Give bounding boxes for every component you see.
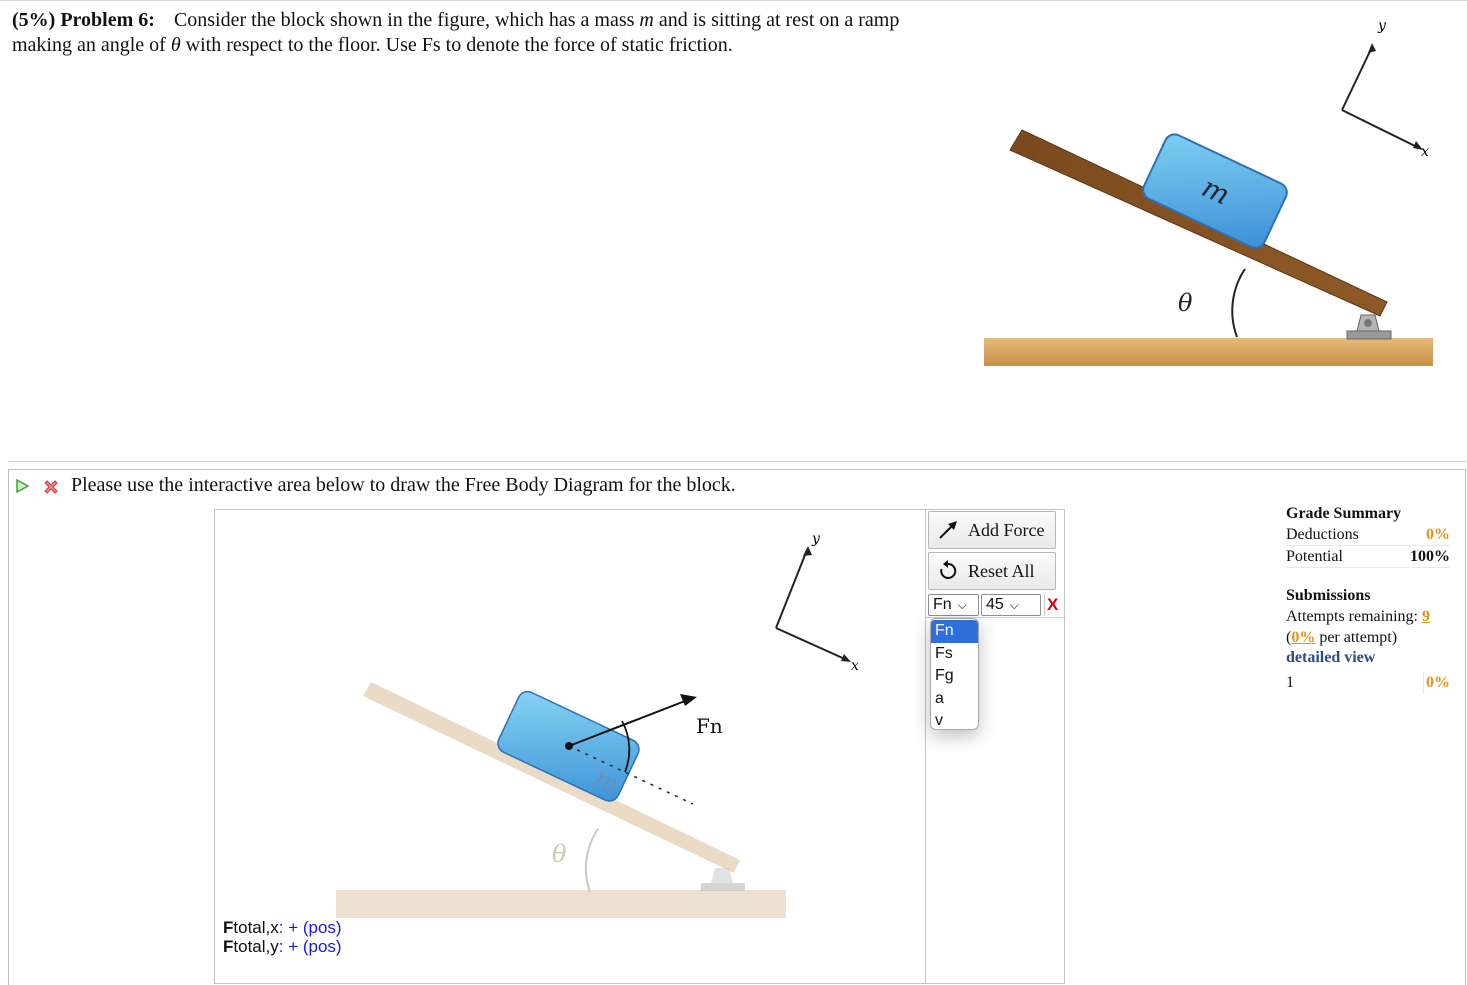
deductions-row: Deductions 0% bbox=[1286, 524, 1450, 546]
force-row: Fn ⌵ 45 ⌵ X bbox=[928, 593, 1058, 617]
total-x-symbol: F bbox=[223, 918, 234, 937]
attempts-remaining: Attempts remaining: 9 (0% per attempt) bbox=[1286, 606, 1450, 648]
svg-text:x: x bbox=[851, 658, 859, 674]
force-arrowhead bbox=[680, 694, 697, 706]
submissions-title: Submissions bbox=[1286, 587, 1371, 604]
axes-icon: y x bbox=[1341, 18, 1429, 160]
option-fn[interactable]: Fn bbox=[931, 620, 978, 643]
force-angle-value: 45 bbox=[986, 596, 1004, 613]
problem-statement: (5%) Problem 6: Consider the block shown… bbox=[12, 8, 952, 58]
problem-text-3: with respect to the floor. Use Fs to den… bbox=[185, 34, 733, 56]
per-attempt-text: per attempt) bbox=[1319, 629, 1398, 646]
total-y-row: Ftotal,y: + (pos) bbox=[223, 937, 342, 956]
submission-history-row: 1 0% bbox=[1286, 672, 1450, 694]
svg-text:y: y bbox=[811, 531, 821, 547]
option-v[interactable]: v bbox=[931, 710, 978, 729]
history-pct: 0% bbox=[1423, 672, 1450, 694]
fbd-axes-icon: y x bbox=[775, 531, 859, 674]
deductions-value: 0% bbox=[1426, 526, 1450, 543]
fbd-canvas[interactable]: θ m Fn y x Ftotal,x: + (pos) Ftotal,y: +… bbox=[214, 509, 1066, 984]
svg-text:x: x bbox=[1421, 144, 1429, 160]
potential-label: Potential bbox=[1286, 548, 1343, 565]
ramp-figure: m θ y x bbox=[984, 18, 1433, 366]
svg-text:y: y bbox=[1377, 18, 1387, 34]
fbd-drawing[interactable]: θ m Fn y x bbox=[215, 510, 925, 983]
part-instruction: Please use the interactive area below to… bbox=[71, 474, 736, 496]
tool-panel: Add Force Reset All Fn ⌵ 45 ⌵ X Fn Fs Fg a… bbox=[925, 510, 1066, 983]
attempts-label: Attempts remaining: bbox=[1286, 608, 1418, 625]
force-label: Fn bbox=[696, 714, 723, 738]
fbd-floor bbox=[336, 890, 786, 918]
total-x-value: : + (pos) bbox=[278, 918, 342, 937]
angle-symbol: θ bbox=[170, 34, 181, 56]
arrow-icon bbox=[939, 521, 957, 539]
total-x-subscript: total,x bbox=[233, 918, 279, 937]
potential-value: 100% bbox=[1410, 548, 1450, 565]
angle-label: θ bbox=[1178, 289, 1193, 317]
reset-icon bbox=[940, 560, 957, 579]
incorrect-x-icon bbox=[44, 480, 58, 494]
problem-heading: (5%) Problem 6: bbox=[12, 9, 155, 31]
force-type-value: Fn bbox=[933, 596, 952, 613]
history-index: 1 bbox=[1286, 674, 1294, 691]
option-a[interactable]: a bbox=[931, 688, 978, 711]
fbd-hinge bbox=[701, 868, 745, 891]
total-y-subscript: total,y bbox=[233, 937, 279, 956]
force-totals: Ftotal,x: + (pos) Ftotal,y: + (pos) bbox=[223, 918, 342, 956]
angle-arc bbox=[1231, 268, 1246, 338]
play-icon[interactable] bbox=[15, 479, 29, 493]
reset-all-button[interactable]: Reset All bbox=[928, 552, 1056, 590]
fbd-angle-arc bbox=[584, 828, 599, 893]
total-x-row: Ftotal,x: + (pos) bbox=[223, 918, 342, 937]
force-origin-dot bbox=[565, 742, 573, 750]
mass-symbol: m bbox=[639, 9, 654, 31]
attempts-value: 9 bbox=[1421, 608, 1430, 625]
grade-summary-title: Grade Summary bbox=[1286, 505, 1402, 522]
force-type-select[interactable]: Fn ⌵ bbox=[928, 594, 979, 616]
potential-row: Potential 100% bbox=[1286, 546, 1450, 568]
detailed-view-link[interactable]: detailed view bbox=[1286, 648, 1450, 668]
add-force-label: Add Force bbox=[968, 519, 1045, 540]
chevron-down-icon: ⌵ bbox=[1009, 597, 1019, 612]
problem-text-1: Consider the block shown in the figure, … bbox=[173, 9, 635, 31]
force-angle-select[interactable]: 45 ⌵ bbox=[981, 594, 1041, 616]
option-fg[interactable]: Fg bbox=[931, 665, 978, 688]
chevron-down-icon: ⌵ bbox=[957, 597, 967, 612]
force-type-dropdown[interactable]: Fn Fs Fg a v bbox=[930, 618, 979, 730]
total-y-value: : + (pos) bbox=[278, 937, 342, 956]
per-attempt-pct: 0% bbox=[1291, 629, 1316, 646]
delete-force-button[interactable]: X bbox=[1044, 594, 1058, 616]
top-rule bbox=[0, 0, 1467, 1]
deductions-label: Deductions bbox=[1286, 526, 1359, 543]
floor bbox=[984, 338, 1433, 366]
hinge bbox=[1346, 314, 1392, 340]
option-fs[interactable]: Fs bbox=[931, 643, 978, 666]
reset-all-label: Reset All bbox=[968, 560, 1035, 581]
add-force-button[interactable]: Add Force bbox=[928, 511, 1056, 549]
grade-summary: Grade Summary Deductions 0% Potential 10… bbox=[1286, 504, 1450, 694]
total-y-symbol: F bbox=[223, 937, 234, 956]
fbd-angle-label: θ bbox=[552, 840, 567, 868]
section-divider bbox=[8, 461, 1466, 462]
